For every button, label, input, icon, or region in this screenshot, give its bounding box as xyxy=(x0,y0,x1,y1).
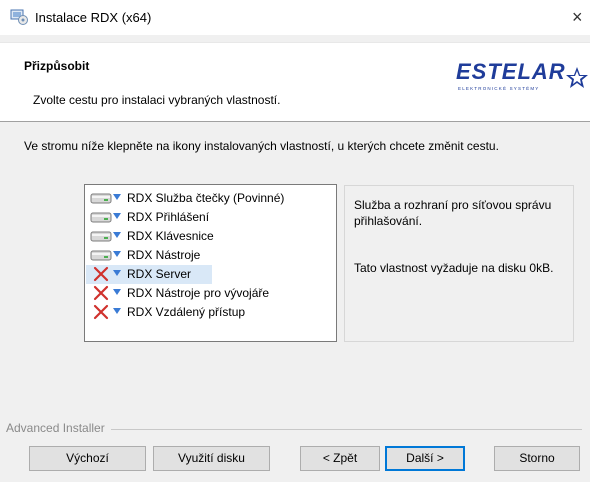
cancel-button[interactable]: Storno xyxy=(494,446,580,471)
tree-item-server[interactable]: RDX Server xyxy=(85,265,335,284)
tree-item-label[interactable]: RDX Server xyxy=(127,267,191,281)
dropdown-arrow-icon[interactable] xyxy=(113,251,121,257)
tree-item-label[interactable]: RDX Klávesnice xyxy=(127,229,214,243)
svg-text:ESTELAR: ESTELAR xyxy=(456,59,566,84)
dropdown-arrow-icon[interactable] xyxy=(113,308,121,314)
dropdown-arrow-icon[interactable] xyxy=(113,270,121,276)
feature-tree[interactable]: RDX Služba čtečky (Povinné) RDX Přihláše… xyxy=(84,184,337,342)
tree-item-vzdaleny-pristup[interactable]: RDX Vzdálený přístup xyxy=(85,303,335,322)
dropdown-arrow-icon[interactable] xyxy=(113,289,121,295)
page-title: Přizpůsobit xyxy=(24,59,90,73)
tree-item-label[interactable]: RDX Přihlášení xyxy=(127,210,209,224)
tree-item-klavesnice[interactable]: RDX Klávesnice xyxy=(85,227,335,246)
feature-description-panel: Služba a rozhraní pro síťovou správu při… xyxy=(344,185,574,342)
back-button[interactable]: < Zpět xyxy=(300,446,380,471)
tree-item-label[interactable]: RDX Služba čtečky (Povinné) xyxy=(127,191,284,205)
svg-text:ELEKTRONICKÉ SYSTÉMY: ELEKTRONICKÉ SYSTÉMY xyxy=(458,85,540,91)
tree-item-label[interactable]: RDX Nástroje pro vývojáře xyxy=(127,286,269,300)
dropdown-arrow-icon[interactable] xyxy=(113,232,121,238)
tree-item-prihlaseni[interactable]: RDX Přihlášení xyxy=(85,208,335,227)
tree-item-label[interactable]: RDX Nástroje xyxy=(127,248,200,262)
dropdown-arrow-icon[interactable] xyxy=(113,194,121,200)
installer-app-icon xyxy=(10,9,28,25)
feature-description: Služba a rozhraní pro síťovou správu při… xyxy=(354,198,552,228)
drive-icon[interactable] xyxy=(89,228,113,244)
drive-icon[interactable] xyxy=(89,209,113,225)
title-bar: Instalace RDX (x64) × xyxy=(0,0,590,35)
reset-button[interactable]: Výchozí xyxy=(29,446,146,471)
installer-brand-label: Advanced Installer xyxy=(6,421,111,435)
close-button[interactable]: × xyxy=(572,7,583,28)
drive-icon[interactable] xyxy=(89,247,113,263)
window-title: Instalace RDX (x64) xyxy=(35,10,152,25)
feature-size-info: Tato vlastnost vyžaduje na disku 0kB. xyxy=(354,261,554,275)
next-button[interactable]: Další > xyxy=(385,446,465,471)
tree-item-nastroje-pro-vyvojare[interactable]: RDX Nástroje pro vývojáře xyxy=(85,284,335,303)
not-installed-icon[interactable] xyxy=(89,285,113,301)
not-installed-icon[interactable] xyxy=(89,304,113,320)
dropdown-arrow-icon[interactable] xyxy=(113,213,121,219)
header-banner: Přizpůsobit Zvolte cestu pro instalaci v… xyxy=(0,42,590,122)
tree-item-nastroje[interactable]: RDX Nástroje xyxy=(85,246,335,265)
estelar-logo: ESTELAR ELEKTRONICKÉ SYSTÉMY xyxy=(456,59,588,91)
disk-usage-button[interactable]: Využití disku xyxy=(153,446,270,471)
not-installed-icon[interactable] xyxy=(89,266,113,282)
page-subtitle: Zvolte cestu pro instalaci vybraných vla… xyxy=(33,93,281,107)
tree-item-label[interactable]: RDX Vzdálený přístup xyxy=(127,305,245,319)
instruction-text: Ve stromu níže klepněte na ikony instalo… xyxy=(24,139,499,153)
drive-icon[interactable] xyxy=(89,190,113,206)
tree-item-sluzba-ctecky[interactable]: RDX Služba čtečky (Povinné) xyxy=(85,189,335,208)
